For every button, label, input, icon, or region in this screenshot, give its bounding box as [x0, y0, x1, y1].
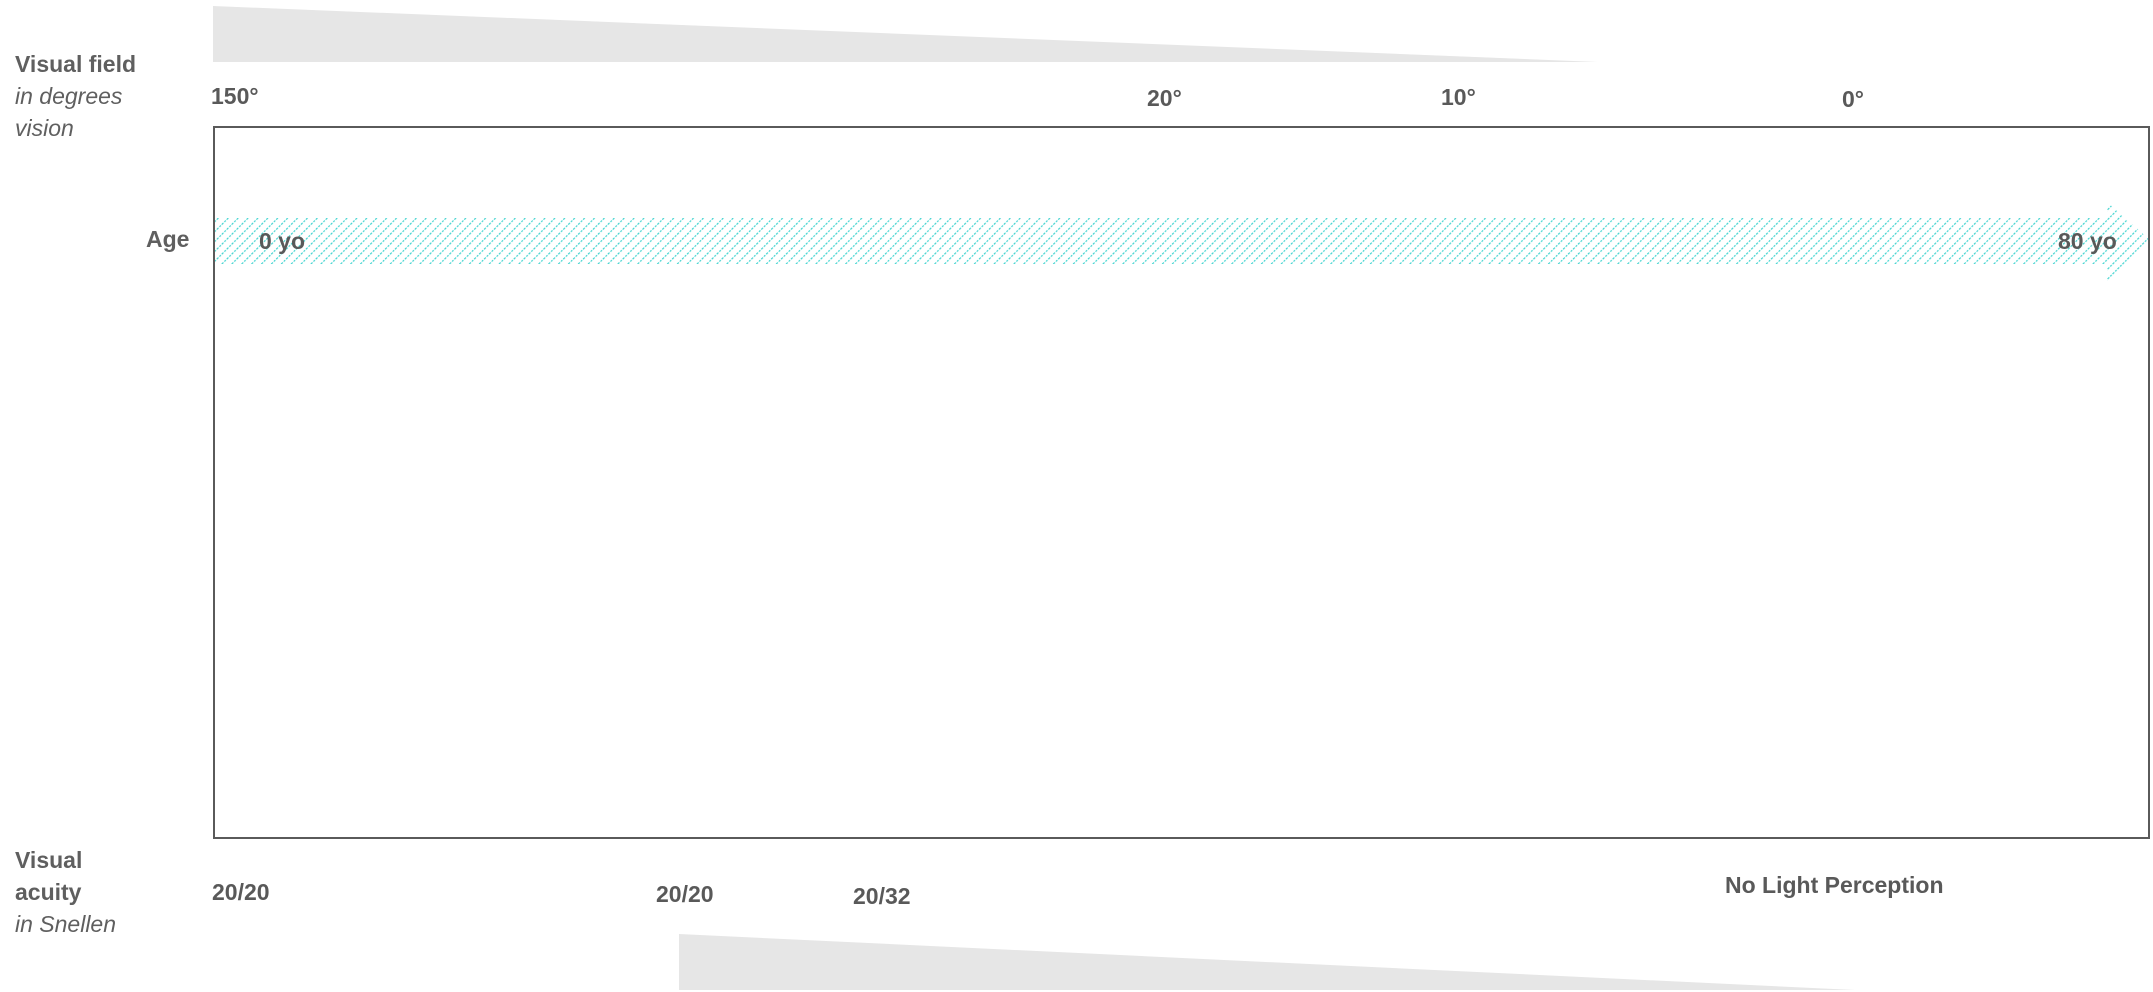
visual-acuity-tick: No Light Perception: [1725, 872, 1944, 898]
visual-acuity-tick: 20/32: [853, 883, 911, 909]
visual-field-subtitle-2: vision: [15, 115, 74, 141]
visual-field-tick: 20°: [1147, 85, 1182, 111]
age-start-label: 0 yo: [259, 228, 306, 254]
age-end-label: 80 yo: [2058, 228, 2117, 254]
visual-acuity-title: Visual: [15, 847, 83, 873]
visual-acuity-tick: 20/20: [656, 881, 714, 907]
visual-field-subtitle: in degrees: [15, 83, 123, 109]
visual-acuity-subtitle: in Snellen: [15, 911, 117, 937]
vision-diagram: Visual field in degrees vision 150° 20° …: [0, 0, 2153, 992]
visual-acuity-tick: 20/20: [212, 879, 270, 905]
visual-field-tick: 150°: [211, 83, 259, 109]
visual-field-tick: 10°: [1441, 84, 1476, 110]
visual-acuity-title-2: acuity: [15, 879, 82, 905]
visual-field-tick: 0°: [1842, 86, 1864, 112]
age-label: Age: [146, 226, 190, 252]
visual-field-wedge: [213, 6, 1598, 62]
visual-acuity-wedge: [679, 934, 1855, 990]
visual-field-title: Visual field: [15, 51, 137, 77]
chart-frame: [213, 126, 2150, 839]
